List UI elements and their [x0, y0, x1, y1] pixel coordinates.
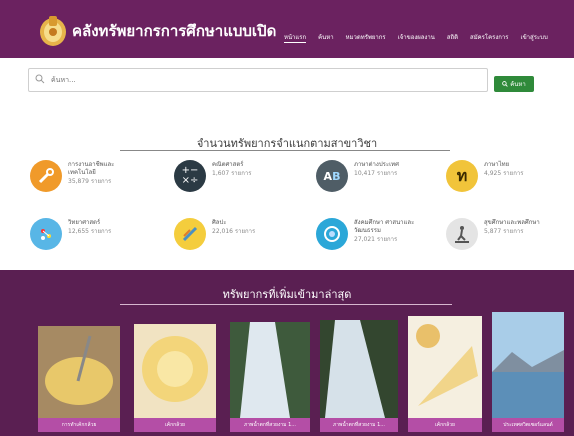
category-name: ภาษาไทย: [484, 161, 510, 168]
category-count: 1,607 รายการ: [212, 170, 252, 177]
category-name: สังคมศึกษา ศาสนาและวัฒนธรรม: [354, 219, 415, 234]
treadmill-icon: [446, 218, 478, 250]
nav-search[interactable]: ค้นหา: [318, 32, 333, 43]
category-name: ศิลปะ: [212, 219, 227, 226]
nav-home[interactable]: หน้าแรก: [284, 32, 307, 43]
resource-card[interactable]: เค้กกล้วย: [134, 324, 216, 432]
category-count: 22,016 รายการ: [212, 228, 256, 235]
categories-divider: [120, 150, 450, 151]
category-count: 10,417 รายการ: [354, 170, 398, 177]
search-button-icon: [502, 81, 508, 87]
main-nav: หน้าแรก ค้นหา หมวดทรัพยากร เจ้าของผลงาน …: [284, 32, 548, 43]
resource-card[interactable]: ภาพน้ำตกที่สวยงาม 1...: [230, 322, 310, 432]
site-header: คลังทรัพยากรการศึกษาแบบเปิด หน้าแรก ค้นห…: [0, 0, 574, 58]
category-name: สุขศึกษาและพลศึกษา: [484, 219, 540, 226]
resource-thumbnail: [38, 326, 120, 418]
page: คลังทรัพยากรการศึกษาแบบเปิด หน้าแรก ค้นห…: [0, 0, 574, 436]
category-count: 35,879 รายการ: [68, 178, 112, 185]
category-count: 5,877 รายการ: [484, 228, 524, 235]
category-name: การงานอาชีพและเทคโนโลยี: [68, 161, 115, 176]
resource-thumbnail: [230, 322, 310, 418]
search-button[interactable]: ค้นหา: [494, 76, 534, 92]
art-icon: [174, 218, 206, 250]
globe-icon: [316, 218, 348, 250]
search-box: [28, 68, 488, 92]
resource-thumbnail: [134, 324, 216, 418]
resource-title: การทำเค้กกล้วย: [38, 418, 120, 432]
category-tech[interactable]: การงานอาชีพและเทคโนโลยี 35,879 รายการ: [30, 160, 140, 192]
thai-letter-icon: ท: [446, 160, 478, 192]
resource-thumbnail: [492, 312, 564, 418]
category-count: 4,925 รายการ: [484, 170, 524, 177]
category-social[interactable]: สังคมศึกษา ศาสนาและวัฒนธรรม 27,021 รายกา…: [316, 218, 426, 250]
nav-login[interactable]: เข้าสู่ระบบ: [521, 32, 548, 43]
search-icon: [35, 74, 45, 84]
tools-icon: [30, 160, 62, 192]
site-title[interactable]: คลังทรัพยากรการศึกษาแบบเปิด: [72, 19, 276, 43]
resource-title: เค้กกล้วย: [408, 418, 482, 432]
latest-section: ทรัพยากรที่เพิ่มเข้ามาล่าสุด การทำเค้กกล…: [0, 270, 574, 436]
nav-categories[interactable]: หมวดทรัพยากร: [346, 32, 386, 43]
resource-title: เค้กกล้วย: [134, 418, 216, 432]
resource-card[interactable]: เค้กกล้วย: [408, 316, 482, 432]
category-count: 12,655 รายการ: [68, 228, 112, 235]
search-input[interactable]: [49, 71, 473, 89]
nav-statistics[interactable]: สถิติ: [447, 32, 458, 43]
resource-card[interactable]: ประเทศสวิตเซอร์แลนด์: [492, 312, 564, 432]
latest-title: ทรัพยากรที่เพิ่มเข้ามาล่าสุด: [222, 288, 352, 301]
category-art[interactable]: ศิลปะ 22,016 รายการ: [174, 218, 284, 250]
resource-card[interactable]: การทำเค้กกล้วย: [38, 326, 120, 432]
resource-title: ภาพน้ำตกที่สวยงาม 1...: [230, 418, 310, 432]
resource-thumbnail: [408, 316, 482, 418]
resource-title: ภาพน้ำตกที่สวยงาม 1...: [320, 418, 398, 432]
search-button-label: ค้นหา: [510, 81, 526, 88]
category-thai[interactable]: ท ภาษาไทย 4,925 รายการ: [446, 160, 556, 192]
nav-owners[interactable]: เจ้าของผลงาน: [398, 32, 435, 43]
category-foreign-language[interactable]: AB ภาษาต่างประเทศ 10,417 รายการ: [316, 160, 426, 192]
abc-icon: AB: [316, 160, 348, 192]
resource-card[interactable]: ภาพน้ำตกที่สวยงาม 1...: [320, 320, 398, 432]
category-science[interactable]: วิทยาศาสตร์ 12,655 รายการ: [30, 218, 140, 250]
math-symbols-icon: +− ×÷: [174, 160, 206, 192]
latest-divider: [120, 304, 452, 305]
science-icon: [30, 218, 62, 250]
nav-register[interactable]: สมัครโครงการ: [470, 32, 508, 43]
category-health[interactable]: สุขศึกษาและพลศึกษา 5,877 รายการ: [446, 218, 556, 250]
resource-title: ประเทศสวิตเซอร์แลนด์: [492, 418, 564, 432]
category-name: ภาษาต่างประเทศ: [354, 161, 399, 168]
resource-thumbnail: [320, 320, 398, 418]
category-name: คณิตศาสตร์: [212, 161, 244, 168]
category-count: 27,021 รายการ: [354, 236, 398, 243]
category-math[interactable]: +− ×÷ คณิตศาสตร์ 1,607 รายการ: [174, 160, 284, 192]
category-name: วิทยาศาสตร์: [68, 219, 101, 226]
university-logo-icon[interactable]: [38, 12, 68, 48]
